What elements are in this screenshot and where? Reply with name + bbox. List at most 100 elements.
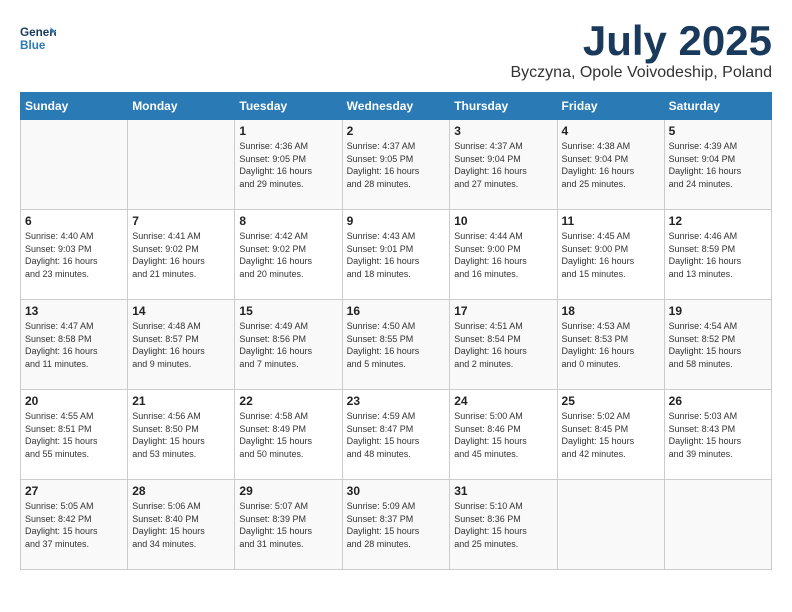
weekday-header-thursday: Thursday: [450, 93, 557, 120]
day-info: Sunrise: 4:41 AM Sunset: 9:02 PM Dayligh…: [132, 230, 230, 280]
day-info: Sunrise: 5:10 AM Sunset: 8:36 PM Dayligh…: [454, 500, 552, 550]
day-info: Sunrise: 4:40 AM Sunset: 9:03 PM Dayligh…: [25, 230, 123, 280]
day-number: 7: [132, 214, 230, 228]
day-number: 9: [347, 214, 446, 228]
calendar-cell: 26Sunrise: 5:03 AM Sunset: 8:43 PM Dayli…: [664, 390, 771, 480]
calendar-cell: 23 Sunrise: 4:59 AM Sunset: 8:47 PM Dayli…: [342, 390, 450, 480]
calendar-cell: 6 Sunrise: 4:40 AM Sunset: 9:03 PM Daylig…: [21, 210, 128, 300]
day-info: Sunrise: 5:09 AM Sunset: 8:37 PM Dayligh…: [347, 500, 446, 550]
calendar-cell: 20 Sunrise: 4:55 AM Sunset: 8:51 PM Dayli…: [21, 390, 128, 480]
day-info: Sunrise: 4:36 AM Sunset: 9:05 PM Dayligh…: [239, 140, 337, 190]
day-number: 18: [562, 304, 660, 318]
calendar-cell: [557, 480, 664, 570]
day-number: 20: [25, 394, 123, 408]
calendar-cell: 7 Sunrise: 4:41 AM Sunset: 9:02 PM Daylig…: [128, 210, 235, 300]
calendar-cell: 8 Sunrise: 4:42 AM Sunset: 9:02 PM Daylig…: [235, 210, 342, 300]
calendar-cell: 16 Sunrise: 4:50 AM Sunset: 8:55 PM Dayli…: [342, 300, 450, 390]
day-info: Sunrise: 4:37 AM Sunset: 9:05 PM Dayligh…: [347, 140, 446, 190]
day-number: 6: [25, 214, 123, 228]
weekday-header-monday: Monday: [128, 93, 235, 120]
day-number: 1: [239, 124, 337, 138]
calendar-cell: 13 Sunrise: 4:47 AM Sunset: 8:58 PM Dayli…: [21, 300, 128, 390]
day-info: Sunrise: 4:47 AM Sunset: 8:58 PM Dayligh…: [25, 320, 123, 370]
weekday-header-wednesday: Wednesday: [342, 93, 450, 120]
calendar-cell: 10Sunrise: 4:44 AM Sunset: 9:00 PM Dayli…: [450, 210, 557, 300]
day-number: 15: [239, 304, 337, 318]
calendar-cell: 4 Sunrise: 4:38 AM Sunset: 9:04 PM Daylig…: [557, 120, 664, 210]
calendar-cell: 2Sunrise: 4:37 AM Sunset: 9:05 PM Daylig…: [342, 120, 450, 210]
day-info: Sunrise: 4:55 AM Sunset: 8:51 PM Dayligh…: [25, 410, 123, 460]
day-info: Sunrise: 4:37 AM Sunset: 9:04 PM Dayligh…: [454, 140, 552, 190]
day-number: 17: [454, 304, 552, 318]
calendar-cell: 1 Sunrise: 4:36 AM Sunset: 9:05 PM Daylig…: [235, 120, 342, 210]
calendar-cell: 14 Sunrise: 4:48 AM Sunset: 8:57 PM Dayli…: [128, 300, 235, 390]
day-number: 24: [454, 394, 552, 408]
day-info: Sunrise: 4:48 AM Sunset: 8:57 PM Dayligh…: [132, 320, 230, 370]
day-info: Sunrise: 5:00 AM Sunset: 8:46 PM Dayligh…: [454, 410, 552, 460]
day-info: Sunrise: 5:02 AM Sunset: 8:45 PM Dayligh…: [562, 410, 660, 460]
calendar-cell: [128, 120, 235, 210]
calendar-cell: 24 Sunrise: 5:00 AM Sunset: 8:46 PM Dayli…: [450, 390, 557, 480]
day-number: 4: [562, 124, 660, 138]
calendar-cell: 19Sunrise: 4:54 AM Sunset: 8:52 PM Dayli…: [664, 300, 771, 390]
logo-icon: General Blue: [20, 20, 56, 56]
logo: General Blue: [20, 20, 56, 56]
day-info: Sunrise: 4:56 AM Sunset: 8:50 PM Dayligh…: [132, 410, 230, 460]
calendar-week-1: 1 Sunrise: 4:36 AM Sunset: 9:05 PM Daylig…: [21, 120, 772, 210]
title-block: July 2025 Byczyna, Opole Voivodeship, Po…: [511, 20, 773, 82]
day-number: 28: [132, 484, 230, 498]
day-info: Sunrise: 4:50 AM Sunset: 8:55 PM Dayligh…: [347, 320, 446, 370]
calendar-cell: 22 Sunrise: 4:58 AM Sunset: 8:49 PM Dayli…: [235, 390, 342, 480]
day-number: 16: [347, 304, 446, 318]
day-info: Sunrise: 4:46 AM Sunset: 8:59 PM Dayligh…: [669, 230, 767, 280]
day-number: 13: [25, 304, 123, 318]
day-number: 11: [562, 214, 660, 228]
calendar-cell: 9 Sunrise: 4:43 AM Sunset: 9:01 PM Daylig…: [342, 210, 450, 300]
calendar-week-4: 20 Sunrise: 4:55 AM Sunset: 8:51 PM Dayli…: [21, 390, 772, 480]
day-number: 8: [239, 214, 337, 228]
page-header: General Blue July 2025 Byczyna, Opole Vo…: [20, 20, 772, 82]
day-info: Sunrise: 4:51 AM Sunset: 8:54 PM Dayligh…: [454, 320, 552, 370]
calendar-cell: [21, 120, 128, 210]
day-info: Sunrise: 4:59 AM Sunset: 8:47 PM Dayligh…: [347, 410, 446, 460]
day-info: Sunrise: 4:54 AM Sunset: 8:52 PM Dayligh…: [669, 320, 767, 370]
calendar-cell: 21Sunrise: 4:56 AM Sunset: 8:50 PM Dayli…: [128, 390, 235, 480]
weekday-header-friday: Friday: [557, 93, 664, 120]
day-info: Sunrise: 5:07 AM Sunset: 8:39 PM Dayligh…: [239, 500, 337, 550]
day-number: 14: [132, 304, 230, 318]
calendar-cell: 17 Sunrise: 4:51 AM Sunset: 8:54 PM Dayli…: [450, 300, 557, 390]
calendar-week-3: 13 Sunrise: 4:47 AM Sunset: 8:58 PM Dayli…: [21, 300, 772, 390]
calendar-header-row: SundayMondayTuesdayWednesdayThursdayFrid…: [21, 93, 772, 120]
day-number: 10: [454, 214, 552, 228]
svg-text:Blue: Blue: [20, 39, 46, 52]
calendar-cell: 11 Sunrise: 4:45 AM Sunset: 9:00 PM Dayli…: [557, 210, 664, 300]
day-number: 5: [669, 124, 767, 138]
day-info: Sunrise: 4:43 AM Sunset: 9:01 PM Dayligh…: [347, 230, 446, 280]
calendar-cell: 29 Sunrise: 5:07 AM Sunset: 8:39 PM Dayli…: [235, 480, 342, 570]
day-number: 12: [669, 214, 767, 228]
calendar-cell: [664, 480, 771, 570]
day-info: Sunrise: 4:38 AM Sunset: 9:04 PM Dayligh…: [562, 140, 660, 190]
day-info: Sunrise: 5:05 AM Sunset: 8:42 PM Dayligh…: [25, 500, 123, 550]
day-number: 23: [347, 394, 446, 408]
calendar-cell: 12 Sunrise: 4:46 AM Sunset: 8:59 PM Dayli…: [664, 210, 771, 300]
day-info: Sunrise: 4:58 AM Sunset: 8:49 PM Dayligh…: [239, 410, 337, 460]
month-title: July 2025: [511, 20, 773, 62]
calendar-cell: 15Sunrise: 4:49 AM Sunset: 8:56 PM Dayli…: [235, 300, 342, 390]
day-number: 29: [239, 484, 337, 498]
day-number: 22: [239, 394, 337, 408]
day-info: Sunrise: 4:45 AM Sunset: 9:00 PM Dayligh…: [562, 230, 660, 280]
weekday-header-saturday: Saturday: [664, 93, 771, 120]
day-number: 30: [347, 484, 446, 498]
day-info: Sunrise: 4:39 AM Sunset: 9:04 PM Dayligh…: [669, 140, 767, 190]
calendar-week-5: 27Sunrise: 5:05 AM Sunset: 8:42 PM Dayli…: [21, 480, 772, 570]
calendar-cell: 5 Sunrise: 4:39 AM Sunset: 9:04 PM Daylig…: [664, 120, 771, 210]
calendar-cell: 3 Sunrise: 4:37 AM Sunset: 9:04 PM Daylig…: [450, 120, 557, 210]
location: Byczyna, Opole Voivodeship, Poland: [511, 64, 773, 82]
calendar-cell: 27Sunrise: 5:05 AM Sunset: 8:42 PM Dayli…: [21, 480, 128, 570]
day-info: Sunrise: 5:06 AM Sunset: 8:40 PM Dayligh…: [132, 500, 230, 550]
day-info: Sunrise: 4:42 AM Sunset: 9:02 PM Dayligh…: [239, 230, 337, 280]
day-number: 3: [454, 124, 552, 138]
calendar-week-2: 6 Sunrise: 4:40 AM Sunset: 9:03 PM Daylig…: [21, 210, 772, 300]
calendar-cell: 18Sunrise: 4:53 AM Sunset: 8:53 PM Dayli…: [557, 300, 664, 390]
